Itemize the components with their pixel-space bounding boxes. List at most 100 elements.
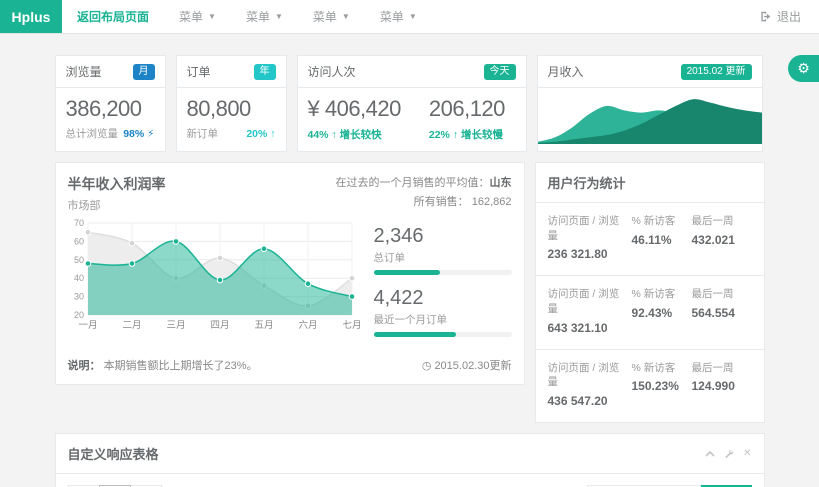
- visits-right-note: 增长较慢: [461, 129, 503, 141]
- visits-left-delta: 44%: [308, 129, 329, 141]
- svg-text:四月: 四月: [210, 320, 229, 331]
- row1-col2-value: 46.11%: [632, 233, 692, 247]
- svg-text:五月: 五月: [254, 320, 273, 331]
- visits-left-note: 增长较快: [340, 129, 382, 141]
- row2-col1-value: 643 321.10: [548, 321, 626, 335]
- nav-menu-3-label: 菜单: [313, 8, 337, 25]
- orders-delta: 20%: [246, 128, 267, 140]
- card-visits-title: 访问人次: [308, 63, 356, 80]
- chevron-down-icon: ▼: [342, 13, 350, 21]
- user-stats-panel: 用户行为统计 访问页面 / 浏览量 236 321.80 % 新访客 46.11…: [535, 162, 765, 423]
- row2-col2-value: 92.43%: [632, 306, 692, 320]
- level-up-icon: ↑: [453, 129, 458, 141]
- nav-menu-1-label: 菜单: [179, 8, 203, 25]
- card-pageviews-badge: 月: [133, 64, 155, 80]
- row1-col3-label: 最后一周: [692, 214, 752, 229]
- nav-home-link[interactable]: 返回布局页面: [62, 0, 164, 33]
- card-pageviews-title: 浏览量: [66, 63, 102, 80]
- collapse-icon[interactable]: [705, 449, 715, 459]
- all-sales-label: 所有销售：: [414, 196, 469, 208]
- settings-button[interactable]: ⚙: [788, 55, 819, 82]
- monthly-income-area-chart: [538, 88, 762, 144]
- svg-text:七月: 七月: [342, 320, 360, 331]
- row1-col1-label: 访问页面 / 浏览量: [548, 214, 626, 243]
- responsive-table-panel: 自定义响应表格 ✕ 天 周 月 搜索: [55, 433, 765, 487]
- row2-col3-value: 564.554: [692, 306, 752, 320]
- svg-text:40: 40: [73, 273, 83, 283]
- level-up-icon: ↑: [331, 129, 336, 141]
- visits-revenue-value: ¥ 406,420: [308, 96, 401, 122]
- row2-col2-label: % 新访客: [632, 287, 692, 302]
- visits-right-delta: 22%: [429, 129, 450, 141]
- card-orders: 订单 年 80,800 新订单 20% ↑: [176, 55, 287, 152]
- row1-col2-label: % 新访客: [632, 214, 692, 229]
- svg-text:30: 30: [73, 292, 83, 302]
- month-orders-progress: [374, 332, 512, 337]
- row1-col1-value: 236 321.80: [548, 247, 626, 261]
- revenue-panel: 半年收入利润率 市场部 在过去的一个月销售的平均值：山东 所有销售： 162,8…: [55, 162, 525, 385]
- note-label: 说明：: [68, 360, 101, 372]
- user-stats-row: 访问页面 / 浏览量 236 321.80 % 新访客 46.11% 最后一周 …: [536, 203, 764, 276]
- card-monthly-income-title: 月收入: [548, 63, 584, 80]
- nav-menu-3[interactable]: 菜单 ▼: [298, 0, 365, 33]
- pageviews-footnote: 总计浏览量: [66, 126, 119, 141]
- pageviews-delta: 98%: [123, 128, 144, 140]
- row1-col3-value: 432.021: [692, 233, 752, 247]
- card-monthly-income: 月收入 2015.02 更新: [537, 55, 763, 152]
- svg-text:50: 50: [73, 255, 83, 265]
- month-orders-value: 4,422: [374, 287, 512, 310]
- updated-text: 2015.02.30更新: [434, 360, 511, 372]
- user-stats-row: 访问页面 / 浏览量 436 547.20 % 新访客 150.23% 最后一周…: [536, 350, 764, 422]
- month-orders-label: 最近一个月订单: [374, 312, 512, 327]
- card-orders-badge: 年: [254, 64, 276, 80]
- note-text: 本期销售额比上期增长了23%。: [104, 360, 258, 372]
- card-monthly-income-badge: 2015.02 更新: [681, 64, 752, 80]
- card-visits-badge: 今天: [484, 64, 516, 80]
- avg-sales-label: 在过去的一个月销售的平均值：: [336, 177, 490, 189]
- orders-value: 80,800: [187, 96, 276, 122]
- chevron-down-icon: ▼: [275, 13, 283, 21]
- top-navbar: Hplus 返回布局页面 菜单 ▼ 菜单 ▼ 菜单 ▼ 菜单 ▼ 退出: [0, 0, 819, 34]
- card-visits: 访问人次 今天 ¥ 406,420 44% ↑ 增长较快 206,120 22%…: [297, 55, 527, 152]
- visits-count-value: 206,120: [429, 96, 505, 122]
- row2-col1-label: 访问页面 / 浏览量: [548, 287, 626, 316]
- all-sales-value: 162,862: [472, 196, 512, 208]
- row3-col2-value: 150.23%: [632, 379, 692, 393]
- user-stats-title: 用户行为统计: [536, 163, 764, 203]
- chevron-down-icon: ▼: [409, 13, 417, 21]
- revenue-panel-title: 半年收入利润率: [68, 174, 166, 194]
- orders-footnote: 新订单: [187, 126, 219, 141]
- nav-menu-1[interactable]: 菜单 ▼: [164, 0, 231, 33]
- nav-menu-4-label: 菜单: [380, 8, 404, 25]
- revenue-line-chart: 203040506070一月二月三月四月五月六月七月: [68, 217, 360, 331]
- card-orders-title: 订单: [187, 63, 211, 80]
- row3-col3-value: 124.990: [692, 379, 752, 393]
- svg-text:二月: 二月: [122, 320, 141, 331]
- brand-logo[interactable]: Hplus: [0, 0, 62, 33]
- row3-col1-value: 436 547.20: [548, 394, 626, 408]
- level-up-icon: ↑: [270, 128, 275, 140]
- nav-menu-2[interactable]: 菜单 ▼: [231, 0, 298, 33]
- svg-text:一月: 一月: [78, 320, 97, 331]
- revenue-panel-subtitle: 市场部: [68, 197, 166, 213]
- logout-label: 退出: [777, 8, 801, 25]
- stat-cards-row: 浏览量 月 386,200 总计浏览量 98% ⚡ 订单 年 80,800 新订…: [55, 55, 765, 152]
- svg-text:70: 70: [73, 218, 83, 228]
- sign-out-icon: [760, 11, 771, 22]
- svg-text:20: 20: [73, 310, 83, 320]
- total-orders-value: 2,346: [374, 225, 512, 248]
- logout-link[interactable]: 退出: [742, 0, 819, 33]
- svg-text:三月: 三月: [166, 320, 185, 331]
- pageviews-value: 386,200: [66, 96, 155, 122]
- nav-menu-2-label: 菜单: [246, 8, 270, 25]
- chevron-down-icon: ▼: [208, 13, 216, 21]
- wrench-icon[interactable]: [724, 449, 734, 459]
- row3-col1-label: 访问页面 / 浏览量: [548, 361, 626, 390]
- nav-menu-4[interactable]: 菜单 ▼: [365, 0, 432, 33]
- user-stats-row: 访问页面 / 浏览量 643 321.10 % 新访客 92.43% 最后一周 …: [536, 276, 764, 349]
- total-orders-label: 总订单: [374, 250, 512, 265]
- gear-icon: ⚙: [797, 60, 810, 77]
- table-panel-title: 自定义响应表格: [68, 444, 159, 463]
- close-icon[interactable]: ✕: [743, 448, 751, 459]
- clock-icon: ◷: [422, 360, 432, 372]
